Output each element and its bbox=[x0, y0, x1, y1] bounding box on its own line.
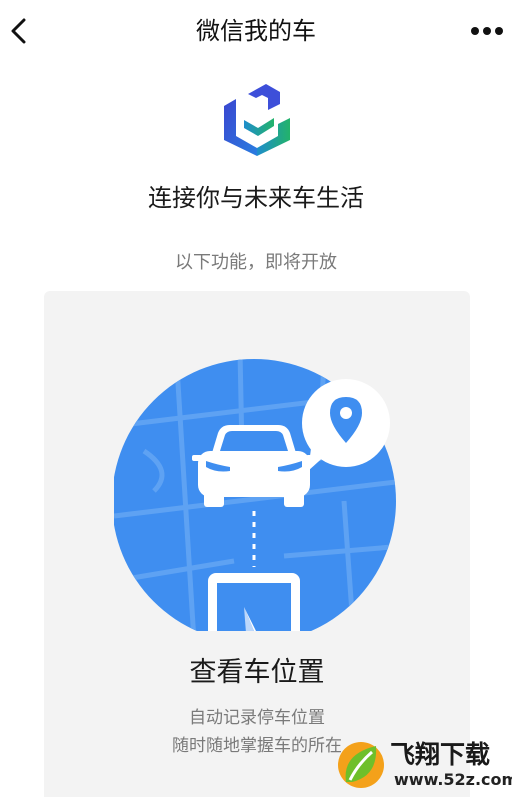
feature-title: 查看车位置 bbox=[189, 657, 325, 688]
car-brand-logo-icon bbox=[222, 84, 292, 156]
leaf-logo-icon bbox=[338, 742, 384, 788]
watermark-name: 飞翔下载 bbox=[390, 740, 491, 769]
navigation-bar: 微信我的车 bbox=[0, 0, 512, 62]
subheadline: 以下功能，即将开放 bbox=[175, 252, 337, 273]
watermark-site: www.52z.com bbox=[394, 770, 512, 789]
phone-compass-icon bbox=[208, 573, 300, 631]
feature-description-line-1: 自动记录停车位置 bbox=[189, 708, 325, 728]
site-watermark: 飞翔下载 www.52z.com bbox=[336, 736, 512, 794]
feature-card[interactable]: 查看车位置 自动记录停车位置 随时随地掌握车的所在 bbox=[44, 291, 470, 797]
more-button[interactable] bbox=[466, 14, 508, 48]
headline: 连接你与未来车生活 bbox=[148, 184, 364, 212]
car-location-illustration bbox=[114, 359, 396, 631]
more-dots-icon bbox=[471, 27, 503, 35]
page-title: 微信我的车 bbox=[196, 17, 316, 45]
